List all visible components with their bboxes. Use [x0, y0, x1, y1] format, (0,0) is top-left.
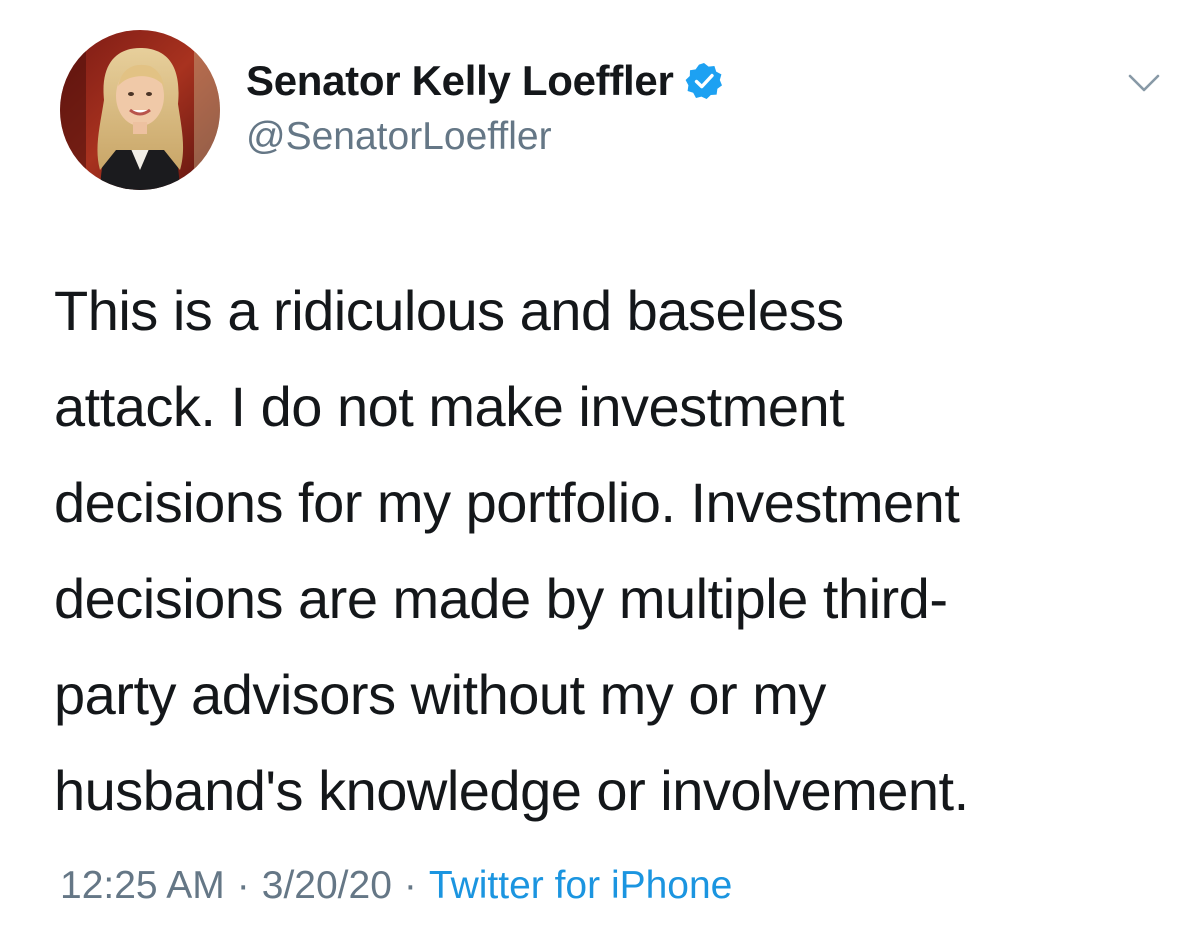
tweet-time[interactable]: 12:25 AM [60, 864, 225, 908]
chevron-down-icon[interactable] [1124, 62, 1164, 102]
name-row: Senator Kelly Loeffler [246, 53, 724, 109]
author-block: Senator Kelly Loeffler @SenatorLoeffler [246, 53, 724, 159]
tweet-card: Senator Kelly Loeffler @SenatorLoeffler … [0, 0, 1200, 941]
tweet-text: This is a ridiculous and baseless attack… [54, 279, 969, 822]
meta-separator: · [403, 864, 417, 907]
display-name[interactable]: Senator Kelly Loeffler [246, 57, 674, 105]
verified-badge-icon [685, 63, 722, 99]
tweet-date[interactable]: 3/20/20 [262, 864, 392, 908]
handle[interactable]: @SenatorLoeffler [246, 115, 724, 159]
profile-photo [60, 30, 220, 190]
meta-separator: · [236, 864, 250, 907]
avatar[interactable] [60, 30, 220, 190]
tweet-meta: 12:25 AM · 3/20/20 · Twitter for iPhone [60, 864, 732, 908]
tweet-source-link[interactable]: Twitter for iPhone [429, 864, 732, 908]
